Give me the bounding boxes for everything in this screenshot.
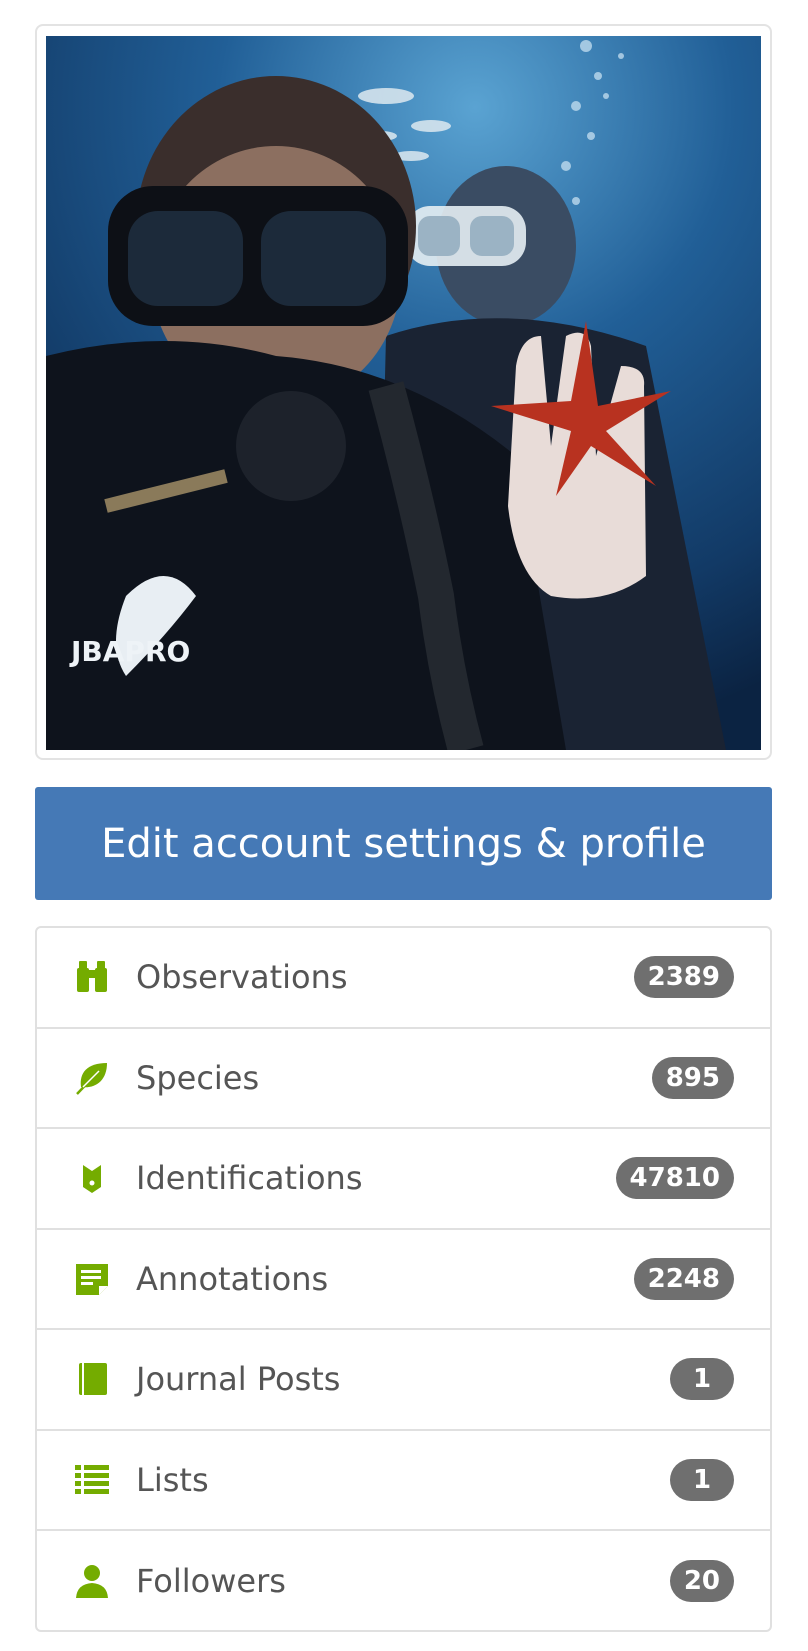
stat-row-identifications[interactable]: Identifications 47810 — [37, 1129, 770, 1230]
person-icon — [73, 1562, 111, 1600]
book-icon — [73, 1360, 111, 1398]
leaf-icon — [73, 1059, 111, 1097]
stat-count-annotations: 2248 — [633, 1257, 734, 1300]
list-icon — [73, 1461, 111, 1499]
edit-account-settings-button[interactable]: Edit account settings & profile — [35, 787, 772, 900]
stat-count-lists: 1 — [670, 1458, 734, 1501]
stat-row-annotations[interactable]: Annotations 2248 — [37, 1230, 770, 1330]
stat-label-followers: Followers — [136, 1562, 286, 1601]
profile-photo[interactable]: JBAPRO — [46, 36, 761, 750]
stat-row-species[interactable]: Species 895 — [37, 1029, 770, 1129]
stat-count-followers: 20 — [669, 1560, 734, 1603]
suit-logo-text: JBAPRO — [69, 635, 190, 668]
stat-count-species: 895 — [651, 1056, 734, 1099]
stat-label-lists: Lists — [136, 1460, 209, 1499]
stat-count-identifications: 47810 — [615, 1157, 734, 1200]
profile-photo-image: JBAPRO — [46, 36, 761, 750]
stat-row-followers[interactable]: Followers 20 — [37, 1531, 770, 1632]
stat-row-journal-posts[interactable]: Journal Posts 1 — [37, 1330, 770, 1431]
stat-count-observations: 2389 — [633, 956, 734, 999]
stat-label-species: Species — [136, 1058, 260, 1097]
stat-label-journal-posts: Journal Posts — [136, 1360, 341, 1399]
annotation-icon — [73, 1260, 111, 1298]
stat-label-annotations: Annotations — [136, 1259, 329, 1298]
binoculars-icon — [73, 958, 111, 996]
stat-row-lists[interactable]: Lists 1 — [37, 1431, 770, 1531]
profile-stats-list: Observations 2389 Species 895 Identifica… — [35, 926, 772, 1632]
stat-label-identifications: Identifications — [136, 1159, 363, 1198]
stat-row-observations[interactable]: Observations 2389 — [37, 928, 770, 1029]
stat-count-journal-posts: 1 — [670, 1358, 734, 1401]
stat-label-observations: Observations — [136, 958, 348, 997]
identification-icon — [73, 1159, 111, 1197]
